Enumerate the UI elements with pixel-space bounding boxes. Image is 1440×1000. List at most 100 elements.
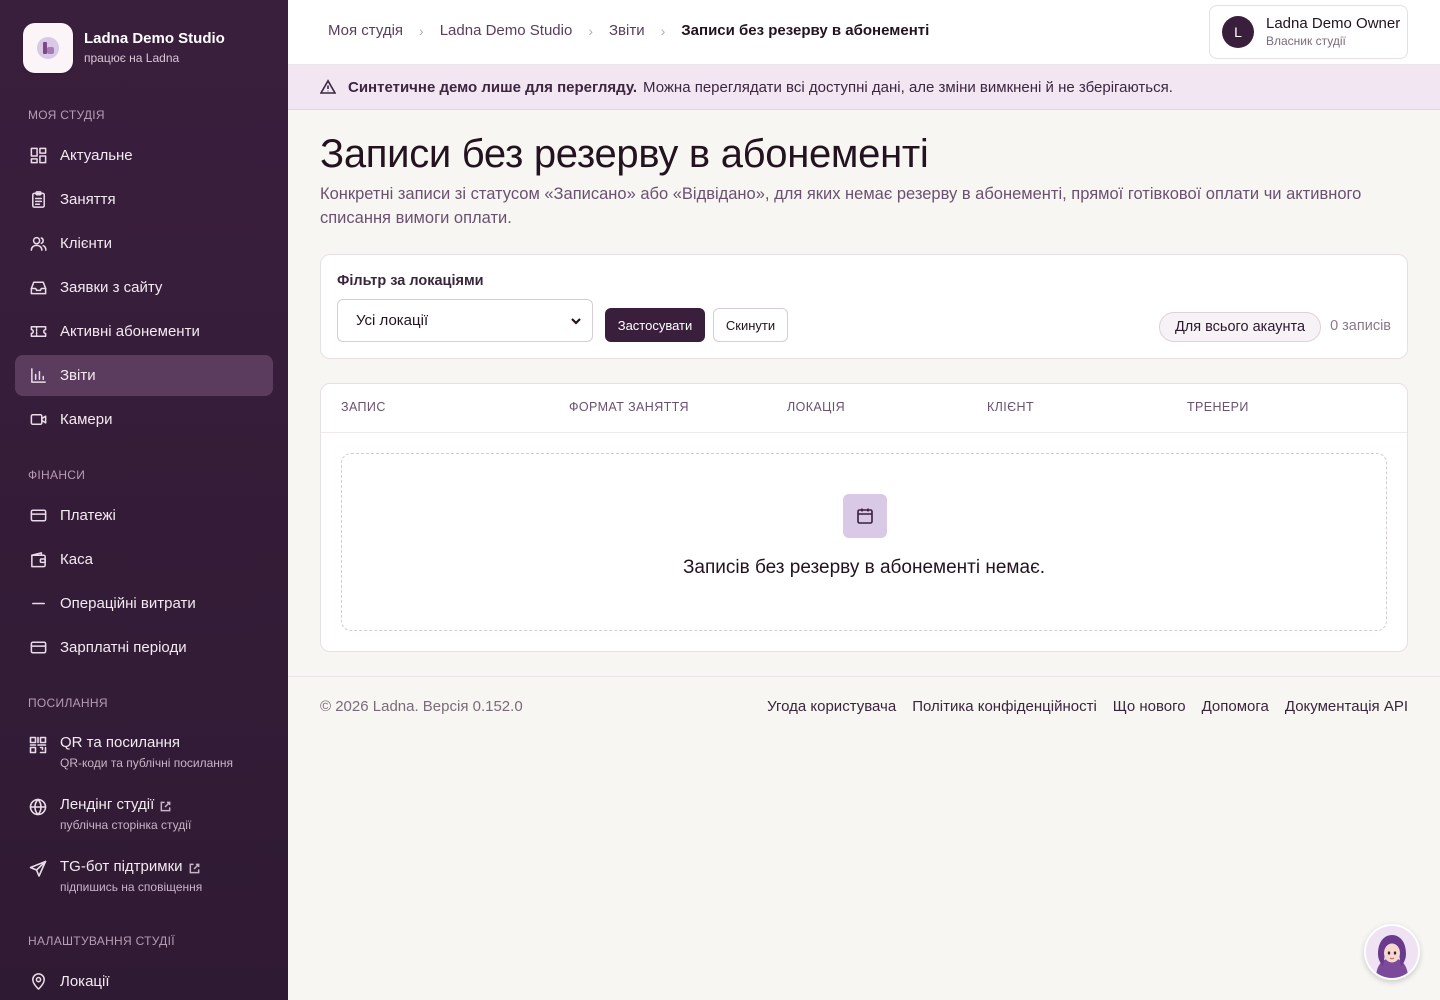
- page-title: Записи без резерву в абонементі: [320, 132, 929, 176]
- dashboard-icon: [28, 146, 48, 166]
- sidebar-item-payments[interactable]: Платежі: [15, 495, 273, 536]
- footer-link-privacy[interactable]: Політика конфіденційності: [912, 698, 1097, 715]
- chevron-right-icon: ›: [588, 22, 593, 39]
- sidebar-item-operating-expenses[interactable]: Операційні витрати: [15, 583, 273, 624]
- sidebar-item-label: Звіти: [60, 367, 96, 384]
- sidebar-item-site-requests[interactable]: Заявки з сайту: [15, 267, 273, 308]
- demo-banner: Синтетичне демо лише для перегляду. Можн…: [288, 65, 1440, 110]
- topbar: Моя студія › Ladna Demo Studio › Звіти ›…: [288, 0, 1440, 65]
- footer-link-terms[interactable]: Угода користувача: [767, 698, 896, 715]
- sidebar-link-sub: підпишись на сповіщення: [60, 880, 203, 894]
- brand[interactable]: Ladna Demo Studio працює на Ladna: [23, 23, 225, 73]
- globe-icon: [28, 797, 48, 817]
- chevron-right-icon: ›: [419, 22, 424, 39]
- send-icon: [28, 859, 48, 879]
- wallet-icon: [28, 550, 48, 570]
- clipboard-icon: [28, 190, 48, 210]
- qr-icon: [28, 735, 48, 755]
- chevron-right-icon: ›: [660, 22, 666, 39]
- bar-chart-icon: [28, 366, 48, 386]
- records-table: Запис Формат заняття Локація Клієнт Трен…: [320, 383, 1408, 652]
- sidebar-item-label: Зарплатні періоди: [60, 639, 187, 656]
- brand-subtitle: працює на Ladna: [84, 51, 180, 65]
- apply-button[interactable]: Застосувати: [605, 308, 705, 342]
- sidebar-item-label: Заняття: [60, 191, 116, 208]
- sidebar-item-reports[interactable]: Звіти: [15, 355, 273, 396]
- page-description: Конкретні записи зі статусом «Записано» …: [320, 185, 1362, 227]
- sidebar-item-label: Операційні витрати: [60, 595, 196, 612]
- scope-badge: Для всього акаунта: [1159, 312, 1321, 342]
- reset-button[interactable]: Скинути: [713, 308, 788, 342]
- records-count: 0 записів: [1330, 318, 1391, 334]
- section-title-my-studio: Моя студія: [28, 108, 105, 122]
- sidebar-link-label: TG-бот підтримки: [60, 858, 183, 875]
- sidebar-item-cashbox[interactable]: Каса: [15, 539, 273, 580]
- sidebar-item-label: Камери: [60, 411, 113, 428]
- sidebar-item-current[interactable]: Актуальне: [15, 135, 273, 176]
- assistant-avatar-icon: [1366, 926, 1418, 978]
- user-menu[interactable]: L Ladna Demo Owner Власник студії: [1209, 5, 1408, 59]
- footer-link-api-docs[interactable]: Документація API: [1285, 698, 1408, 715]
- users-icon: [28, 234, 48, 254]
- table-divider: [321, 432, 1407, 433]
- copyright: © 2026 Ladna. Версія 0.152.0: [320, 698, 523, 715]
- user-role: Власник студії: [1266, 34, 1346, 48]
- filter-card: Фільтр за локаціями Усі локації Застосув…: [320, 254, 1408, 359]
- sidebar-item-label: Платежі: [60, 507, 116, 524]
- sidebar-item-active-memberships[interactable]: Активні абонементи: [15, 311, 273, 352]
- map-pin-icon: [28, 972, 48, 992]
- chevron-down-icon: [571, 317, 581, 325]
- sidebar-link-qr[interactable]: QR та посилання QR-коди та публічні поси…: [28, 733, 278, 773]
- sidebar-item-salary-periods[interactable]: Зарплатні періоди: [15, 627, 273, 668]
- filter-label: Фільтр за локаціями: [337, 273, 484, 289]
- banner-text: Можна переглядати всі доступні дані, але…: [643, 78, 1173, 96]
- footer-divider: [288, 676, 1440, 677]
- column-header-record: Запис: [341, 400, 386, 414]
- sidebar-link-label: Лендінг студії: [60, 796, 155, 813]
- brand-name: Ladna Demo Studio: [84, 30, 225, 47]
- credit-card-icon: [28, 506, 48, 526]
- sidebar-item-label: Клієнти: [60, 235, 113, 252]
- banner-bold: Синтетичне демо лише для перегляду.: [348, 78, 638, 96]
- warning-icon: [320, 79, 336, 94]
- avatar: L: [1222, 16, 1254, 48]
- breadcrumb-studio[interactable]: Ladna Demo Studio: [440, 22, 573, 39]
- section-title-studio-settings: Налаштування студії: [28, 934, 175, 948]
- sidebar-item-label: Заявки з сайту: [60, 279, 163, 296]
- sidebar-item-locations[interactable]: Локації: [15, 961, 273, 1000]
- column-header-location: Локація: [787, 400, 846, 414]
- sidebar-link-tg-bot[interactable]: TG-бот підтримки підпишись на сповіщення: [28, 857, 278, 897]
- video-icon: [28, 410, 48, 430]
- footer-links: Угода користувача Політика конфіденційно…: [751, 698, 1408, 715]
- ticket-icon: [28, 322, 48, 342]
- assistant-avatar-button[interactable]: [1364, 924, 1420, 980]
- external-link-icon: [188, 861, 201, 874]
- sidebar: Ladna Demo Studio працює на Ladna Моя ст…: [0, 0, 288, 1000]
- breadcrumb-current: Записи без резерву в абонементі: [681, 22, 930, 39]
- minus-icon: [28, 594, 48, 614]
- breadcrumb-reports[interactable]: Звіти: [609, 22, 645, 39]
- sidebar-link-sub: публічна сторінка студії: [60, 818, 192, 832]
- inbox-icon: [28, 278, 48, 298]
- location-select-value: Усі локації: [356, 312, 429, 329]
- sidebar-item-label: Каса: [60, 551, 93, 568]
- location-select[interactable]: Усі локації: [337, 299, 593, 342]
- calendar-icon: [843, 494, 887, 538]
- logo-icon: [37, 37, 59, 59]
- column-header-client: Клієнт: [987, 400, 1035, 414]
- sidebar-item-cameras[interactable]: Камери: [15, 399, 273, 440]
- empty-state: Записів без резерву в абонементі немає.: [341, 453, 1387, 631]
- brand-logo: [23, 23, 73, 73]
- sidebar-link-sub: QR-коди та публічні посилання: [60, 756, 234, 770]
- footer-link-help[interactable]: Допомога: [1202, 698, 1269, 715]
- sidebar-link-label: QR та посилання: [60, 734, 181, 751]
- sidebar-item-classes[interactable]: Заняття: [15, 179, 273, 220]
- sidebar-item-label: Активні абонементи: [60, 323, 200, 340]
- sidebar-link-landing[interactable]: Лендінг студії публічна сторінка студії: [28, 795, 278, 835]
- breadcrumb-my-studio[interactable]: Моя студія: [328, 22, 403, 39]
- sidebar-item-clients[interactable]: Клієнти: [15, 223, 273, 264]
- empty-state-text: Записів без резерву в абонементі немає.: [682, 557, 1046, 578]
- user-name: Ladna Demo Owner: [1266, 15, 1401, 32]
- sidebar-item-label: Локації: [60, 973, 110, 990]
- footer-link-whats-new[interactable]: Що нового: [1113, 698, 1186, 715]
